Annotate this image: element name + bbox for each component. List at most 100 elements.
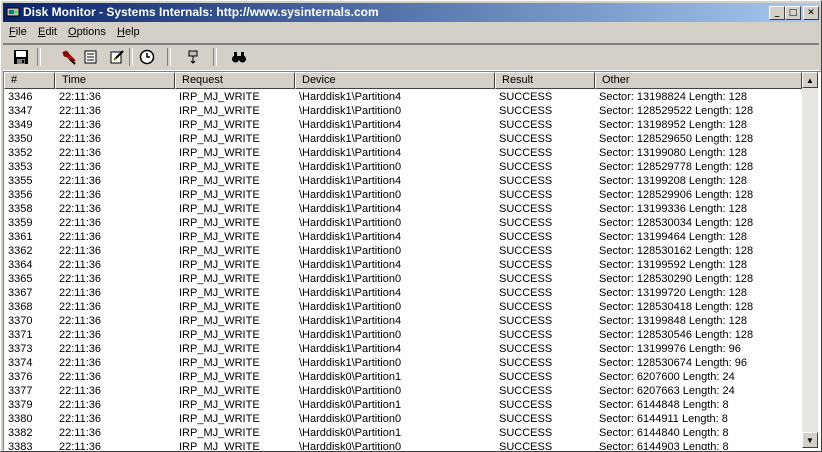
cell-number: 3358	[8, 203, 33, 215]
cell-other: Sector: 6144903 Length: 8	[599, 441, 729, 450]
cell-number: 3383	[8, 441, 33, 450]
menu-edit[interactable]: Edit	[38, 26, 57, 38]
table-row[interactable]: 3380 22:11:36 IRP_MJ_WRITE \Harddisk0\Parti…	[4, 412, 802, 426]
cell-request: IRP_MJ_WRITE	[179, 231, 260, 243]
column-header-device[interactable]: Device	[295, 72, 495, 89]
column-header-other[interactable]: Other	[595, 72, 802, 89]
cell-result: SUCCESS	[499, 329, 553, 341]
cell-other: Sector: 6144911 Length: 8	[599, 413, 728, 425]
cell-result: SUCCESS	[499, 441, 553, 450]
table-row[interactable]: 3358 22:11:36 IRP_MJ_WRITE \Harddisk1\Parti…	[4, 202, 802, 216]
column-header-time[interactable]: Time	[55, 72, 175, 89]
cell-request: IRP_MJ_WRITE	[179, 119, 260, 131]
table-row[interactable]: 3364 22:11:36 IRP_MJ_WRITE \Harddisk1\Parti…	[4, 258, 802, 272]
cell-other: Sector: 128529522 Length: 128	[599, 105, 754, 117]
cell-result: SUCCESS	[499, 259, 553, 271]
cell-result: SUCCESS	[499, 231, 553, 243]
cell-result: SUCCESS	[499, 287, 553, 299]
table-row[interactable]: 3350 22:11:36 IRP_MJ_WRITE \Harddisk1\Parti…	[4, 132, 802, 146]
table-row[interactable]: 3382 22:11:36 IRP_MJ_WRITE \Harddisk0\Parti…	[4, 426, 802, 440]
menu-options[interactable]: Options	[68, 26, 106, 38]
table-row[interactable]: 3367 22:11:36 IRP_MJ_WRITE \Harddisk1\Parti…	[4, 286, 802, 300]
table-row[interactable]: 3376 22:11:36 IRP_MJ_WRITE \Harddisk0\Parti…	[4, 370, 802, 384]
cell-number: 3368	[8, 301, 33, 313]
column-header-number[interactable]: #	[4, 72, 55, 89]
title-bar[interactable]: Disk Monitor - Systems Internals: http:/…	[3, 3, 819, 22]
table-row[interactable]: 3365 22:11:36 IRP_MJ_WRITE \Harddisk1\Parti…	[4, 272, 802, 286]
cell-number: 3365	[8, 273, 33, 285]
table-row[interactable]: 3347 22:11:36 IRP_MJ_WRITE \Harddisk1\Parti…	[4, 104, 802, 118]
maximize-button[interactable]: □	[785, 6, 801, 20]
cell-result: SUCCESS	[499, 119, 553, 131]
menu-help[interactable]: Help	[117, 26, 140, 38]
table-row[interactable]: 3370 22:11:36 IRP_MJ_WRITE \Harddisk1\Parti…	[4, 314, 802, 328]
autoscroll-button[interactable]	[81, 47, 101, 67]
table-row[interactable]: 3356 22:11:36 IRP_MJ_WRITE \Harddisk1\Parti…	[4, 188, 802, 202]
cell-time: 22:11:36	[59, 217, 102, 229]
cell-device: \Harddisk0\Partition0	[299, 413, 402, 425]
table-row[interactable]: 3349 22:11:36 IRP_MJ_WRITE \Harddisk1\Parti…	[4, 118, 802, 132]
time-format-button[interactable]	[137, 47, 157, 67]
cell-other: Sector: 13198824 Length: 128	[599, 91, 748, 103]
table-row[interactable]: 3379 22:11:36 IRP_MJ_WRITE \Harddisk0\Parti…	[4, 398, 802, 412]
table-row[interactable]: 3353 22:11:36 IRP_MJ_WRITE \Harddisk1\Parti…	[4, 160, 802, 174]
cell-device: \Harddisk1\Partition0	[299, 329, 402, 341]
scroll-up-arrow-icon: ▲	[806, 75, 814, 85]
table-row[interactable]: 3383 22:11:36 IRP_MJ_WRITE \Harddisk0\Parti…	[4, 440, 802, 450]
cell-other: Sector: 13199208 Length: 128	[599, 175, 748, 187]
scroll-up-button[interactable]: ▲	[802, 72, 818, 88]
table-row[interactable]: 3361 22:11:36 IRP_MJ_WRITE \Harddisk1\Parti…	[4, 230, 802, 244]
table-row[interactable]: 3346 22:11:36 IRP_MJ_WRITE \Harddisk1\Parti…	[4, 90, 802, 104]
vertical-scrollbar[interactable]: ▲ ▼	[802, 72, 818, 448]
cell-number: 3382	[8, 427, 33, 439]
close-button[interactable]: ✕	[803, 6, 819, 20]
cell-request: IRP_MJ_WRITE	[179, 161, 260, 173]
cell-other: Sector: 13199720 Length: 128	[599, 287, 748, 299]
cell-device: \Harddisk0\Partition1	[299, 427, 402, 439]
minimize-button[interactable]: _	[769, 6, 785, 20]
table-row[interactable]: 3362 22:11:36 IRP_MJ_WRITE \Harddisk1\Parti…	[4, 244, 802, 258]
cell-result: SUCCESS	[499, 133, 553, 145]
cell-number: 3373	[8, 343, 33, 355]
column-header-result[interactable]: Result	[495, 72, 595, 89]
cell-time: 22:11:36	[59, 413, 102, 425]
cell-other: Sector: 6207663 Length: 24	[599, 385, 735, 397]
table-row[interactable]: 3374 22:11:36 IRP_MJ_WRITE \Harddisk1\Parti…	[4, 356, 802, 370]
cell-time: 22:11:36	[59, 133, 102, 145]
filter-button[interactable]	[183, 47, 203, 67]
cell-result: SUCCESS	[499, 399, 553, 411]
menu-bar: File Edit Options Help	[3, 24, 819, 42]
cell-device: \Harddisk0\Partition0	[299, 441, 402, 450]
table-row[interactable]: 3377 22:11:36 IRP_MJ_WRITE \Harddisk0\Parti…	[4, 384, 802, 398]
cell-other: Sector: 128529778 Length: 128	[599, 161, 754, 173]
find-button[interactable]	[229, 47, 249, 67]
cell-number: 3380	[8, 413, 33, 425]
cell-request: IRP_MJ_WRITE	[179, 385, 260, 397]
cell-device: \Harddisk1\Partition4	[299, 259, 402, 271]
scroll-down-button[interactable]: ▼	[802, 432, 818, 448]
cell-device: \Harddisk1\Partition0	[299, 161, 402, 173]
toolbar	[3, 43, 819, 71]
table-row[interactable]: 3371 22:11:36 IRP_MJ_WRITE \Harddisk1\Parti…	[4, 328, 802, 342]
cell-time: 22:11:36	[59, 427, 102, 439]
capture-button[interactable]	[59, 47, 79, 67]
table-row[interactable]: 3352 22:11:36 IRP_MJ_WRITE \Harddisk1\Parti…	[4, 146, 802, 160]
table-row[interactable]: 3355 22:11:36 IRP_MJ_WRITE \Harddisk1\Parti…	[4, 174, 802, 188]
table-row[interactable]: 3368 22:11:36 IRP_MJ_WRITE \Harddisk1\Parti…	[4, 300, 802, 314]
toolbar-separator	[213, 48, 217, 66]
cell-time: 22:11:36	[59, 441, 102, 450]
cell-device: \Harddisk1\Partition4	[299, 315, 402, 327]
cell-time: 22:11:36	[59, 399, 102, 411]
cell-device: \Harddisk1\Partition0	[299, 217, 402, 229]
table-row[interactable]: 3373 22:11:36 IRP_MJ_WRITE \Harddisk1\Parti…	[4, 342, 802, 356]
cell-device: \Harddisk1\Partition4	[299, 231, 402, 243]
cell-request: IRP_MJ_WRITE	[179, 287, 260, 299]
table-row[interactable]: 3359 22:11:36 IRP_MJ_WRITE \Harddisk1\Parti…	[4, 216, 802, 230]
cell-number: 3370	[8, 315, 33, 327]
event-list[interactable]: # Time Request Device Result Other 3346 2…	[3, 71, 821, 451]
clear-button[interactable]	[107, 47, 127, 67]
menu-file[interactable]: File	[9, 26, 27, 38]
app-window: Disk Monitor - Systems Internals: http:/…	[0, 0, 822, 452]
column-header-request[interactable]: Request	[175, 72, 295, 89]
save-button[interactable]	[11, 47, 31, 67]
